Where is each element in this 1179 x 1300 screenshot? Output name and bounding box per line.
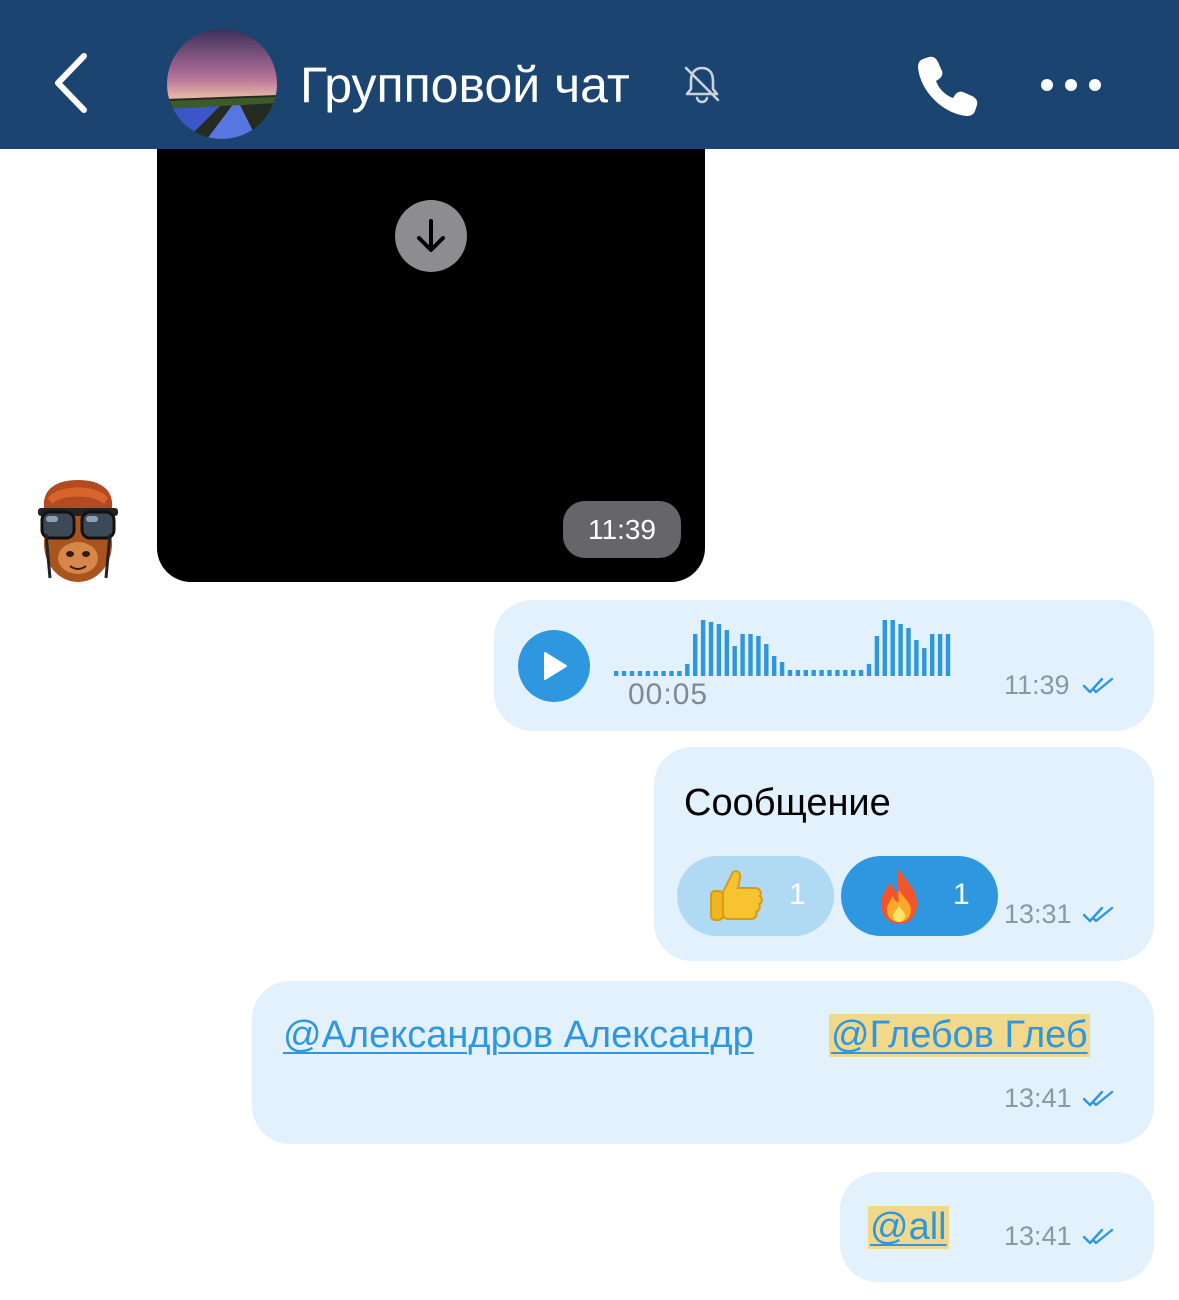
waveform-bar bbox=[661, 671, 666, 676]
play-icon bbox=[544, 652, 567, 680]
read-ticks-icon bbox=[1082, 677, 1114, 694]
reaction-fire[interactable]: 1 bbox=[841, 856, 998, 936]
download-button[interactable] bbox=[395, 200, 467, 272]
read-ticks-icon bbox=[1082, 1228, 1114, 1245]
waveform-bar bbox=[724, 630, 729, 676]
waveform-bar bbox=[930, 634, 935, 676]
waveform-bar bbox=[716, 624, 722, 676]
waveform-bar bbox=[629, 671, 635, 676]
more-button[interactable] bbox=[1035, 70, 1107, 100]
waveform-bar bbox=[708, 622, 714, 676]
reaction-count: 1 bbox=[789, 878, 806, 911]
waveform-bar bbox=[669, 671, 674, 676]
sender-avatar[interactable] bbox=[34, 478, 122, 586]
voice-timestamp: 11:39 bbox=[1004, 670, 1070, 700]
chat-header: Групповой чат bbox=[0, 0, 1179, 149]
waveform-bar bbox=[653, 671, 658, 676]
read-ticks-icon bbox=[1082, 906, 1114, 923]
waveform-bar bbox=[811, 670, 816, 676]
waveform-bar bbox=[843, 670, 848, 676]
waveform-bar bbox=[937, 634, 943, 676]
waveform-bar bbox=[645, 671, 650, 676]
waveform-bar bbox=[866, 664, 872, 676]
waveform-bar bbox=[677, 671, 682, 676]
waveform-bar bbox=[858, 670, 864, 676]
fire-icon bbox=[881, 868, 917, 924]
call-button[interactable] bbox=[915, 53, 981, 119]
waveform-bar bbox=[693, 634, 698, 676]
waveform-bar bbox=[945, 634, 951, 676]
voice-waveform[interactable] bbox=[614, 604, 960, 676]
waveform-bar bbox=[787, 670, 793, 676]
waveform-bar bbox=[779, 662, 785, 676]
message-timestamp: 13:31 bbox=[1004, 899, 1072, 929]
waveform-bar bbox=[835, 670, 840, 676]
mention-link-all[interactable]: @all bbox=[868, 1206, 949, 1249]
waveform-bar bbox=[827, 670, 832, 676]
waveform-bar bbox=[637, 671, 643, 676]
waveform-bar bbox=[764, 644, 769, 676]
read-ticks-icon bbox=[1082, 1090, 1114, 1107]
waveform-bar bbox=[914, 640, 919, 676]
bell-muted-icon bbox=[680, 62, 724, 106]
waveform-bar bbox=[851, 670, 856, 676]
download-arrow-icon bbox=[417, 219, 445, 252]
waveform-bar bbox=[740, 634, 745, 676]
back-button[interactable] bbox=[40, 48, 100, 118]
waveform-bar bbox=[732, 646, 737, 676]
waveform-bar bbox=[922, 648, 927, 676]
waveform-bar bbox=[874, 636, 880, 676]
thumbs-up-icon bbox=[710, 870, 763, 921]
waveform-bar bbox=[803, 670, 808, 676]
waveform-bar bbox=[819, 670, 824, 676]
waveform-bar bbox=[906, 628, 911, 676]
video-timestamp: 11:39 bbox=[563, 501, 681, 558]
waveform-bar bbox=[621, 671, 627, 676]
waveform-bar bbox=[756, 636, 761, 676]
reaction-count: 1 bbox=[953, 878, 970, 911]
waveform-bar bbox=[882, 620, 887, 676]
waveform-bar bbox=[700, 620, 706, 676]
mention-link-aleksandrov[interactable]: @Александров Александр bbox=[283, 1014, 754, 1057]
waveform-bar bbox=[748, 634, 753, 676]
message-timestamp: 13:41 bbox=[1004, 1083, 1072, 1113]
phone-icon bbox=[918, 56, 978, 116]
back-chevron-icon bbox=[55, 53, 87, 113]
waveform-bar bbox=[614, 671, 619, 676]
waveform-bar bbox=[795, 670, 801, 676]
mention-link-glebov[interactable]: @Глебов Глеб bbox=[829, 1014, 1090, 1057]
reaction-thumbs-up[interactable]: 1 bbox=[677, 856, 834, 936]
mention-message bbox=[252, 981, 1154, 1144]
play-button[interactable] bbox=[518, 630, 590, 702]
voice-duration: 00:05 bbox=[628, 678, 709, 711]
group-avatar[interactable] bbox=[167, 29, 277, 139]
waveform-bar bbox=[890, 620, 895, 676]
chat-title[interactable]: Групповой чат bbox=[300, 55, 630, 115]
waveform-bar bbox=[772, 656, 777, 676]
message-timestamp: 13:41 bbox=[1004, 1221, 1072, 1251]
message-text: Сообщение bbox=[684, 782, 891, 824]
waveform-bar bbox=[685, 664, 690, 676]
more-dots-icon bbox=[1041, 79, 1101, 91]
waveform-bar bbox=[898, 624, 903, 676]
